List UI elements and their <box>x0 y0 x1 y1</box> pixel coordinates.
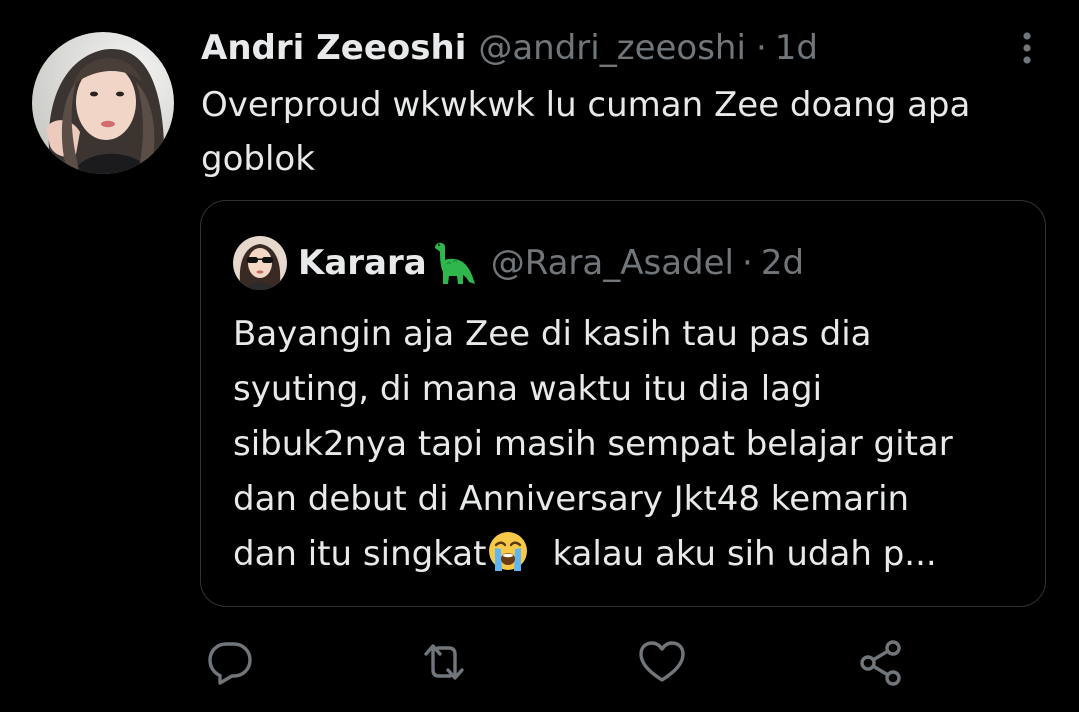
sauropod-dinosaur-icon <box>434 242 475 284</box>
quoted-text-line: syuting, di mana waktu itu dia lagi <box>233 369 823 409</box>
user-avatar[interactable] <box>32 32 174 174</box>
tweet-timestamp[interactable]: 1d <box>775 28 818 68</box>
tweet-header: Andri Zeeoshi @andri_zeeoshi · 1d <box>201 26 818 70</box>
tweet-text: Overproud wkwkwk lu cuman Zee doang apa … <box>201 85 971 179</box>
quoted-text-line: sibuk2nya tapi masih sempat belajar gita… <box>233 424 953 464</box>
user-photo-avatar-icon <box>32 32 174 174</box>
quoted-text-segment: kalau aku sih udah p... <box>552 534 937 574</box>
like-button[interactable] <box>638 638 686 686</box>
quoted-user-photo-icon <box>233 236 287 290</box>
separator-dot: · <box>755 28 767 68</box>
quoted-text-line: Bayangin aja Zee di kasih tau pas dia <box>233 314 872 354</box>
quoted-text-line: dan debut di Anniversary Jkt48 kemarin <box>233 479 910 519</box>
quoted-tweet-text: Bayangin aja Zee di kasih tau pas dia sy… <box>233 307 1033 582</box>
quoted-tweet-header: Karara @Rara_Asadel · 2d <box>298 235 804 291</box>
quoted-text-segment: dan itu singkat <box>233 534 487 574</box>
quoted-user-handle[interactable]: @Rara_Asadel <box>491 243 734 283</box>
more-options-icon[interactable] <box>1012 28 1042 68</box>
like-heart-icon <box>639 641 685 682</box>
separator-dot: · <box>742 243 753 283</box>
quoted-text-last-line: dan itu singkat kalau aku sih udah p... <box>233 527 1033 582</box>
retweet-button[interactable] <box>420 638 468 686</box>
retweet-icon <box>424 644 464 680</box>
display-name[interactable]: Andri Zeeoshi <box>201 28 466 68</box>
user-handle[interactable]: @andri_zeeoshi <box>478 28 746 68</box>
quoted-display-name[interactable]: Karara <box>298 243 427 283</box>
share-icon <box>860 640 901 686</box>
tweet[interactable]: Andri Zeeoshi @andri_zeeoshi · 1d Overpr… <box>0 0 1079 712</box>
quoted-tweet[interactable]: Karara @Rara_Asadel · 2d Bayangin aja Ze… <box>200 200 1046 607</box>
reply-icon <box>208 642 252 685</box>
quoted-user-avatar[interactable] <box>233 236 287 290</box>
loudly-crying-face-icon <box>489 532 528 571</box>
tweet-actions <box>0 638 1079 688</box>
reply-button[interactable] <box>206 638 254 686</box>
share-button[interactable] <box>857 638 905 686</box>
quoted-tweet-timestamp[interactable]: 2d <box>761 243 804 283</box>
